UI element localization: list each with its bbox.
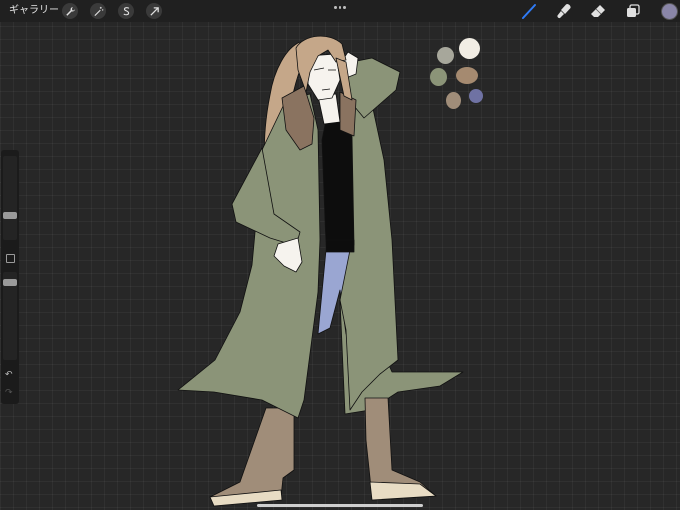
palette-color-3[interactable]	[430, 68, 447, 86]
palette-color-4[interactable]	[456, 67, 478, 84]
fur-collar-right	[339, 91, 357, 137]
boot-right-sole	[369, 481, 437, 501]
home-indicator[interactable]	[257, 504, 423, 507]
palette-color-6[interactable]	[469, 89, 483, 103]
palette-color-5[interactable]	[446, 92, 461, 109]
shirt	[321, 117, 355, 246]
canvas-artwork[interactable]	[0, 0, 680, 510]
palette-color-1[interactable]	[437, 47, 454, 64]
belt	[325, 239, 355, 253]
palette-color-2[interactable]	[459, 38, 480, 59]
